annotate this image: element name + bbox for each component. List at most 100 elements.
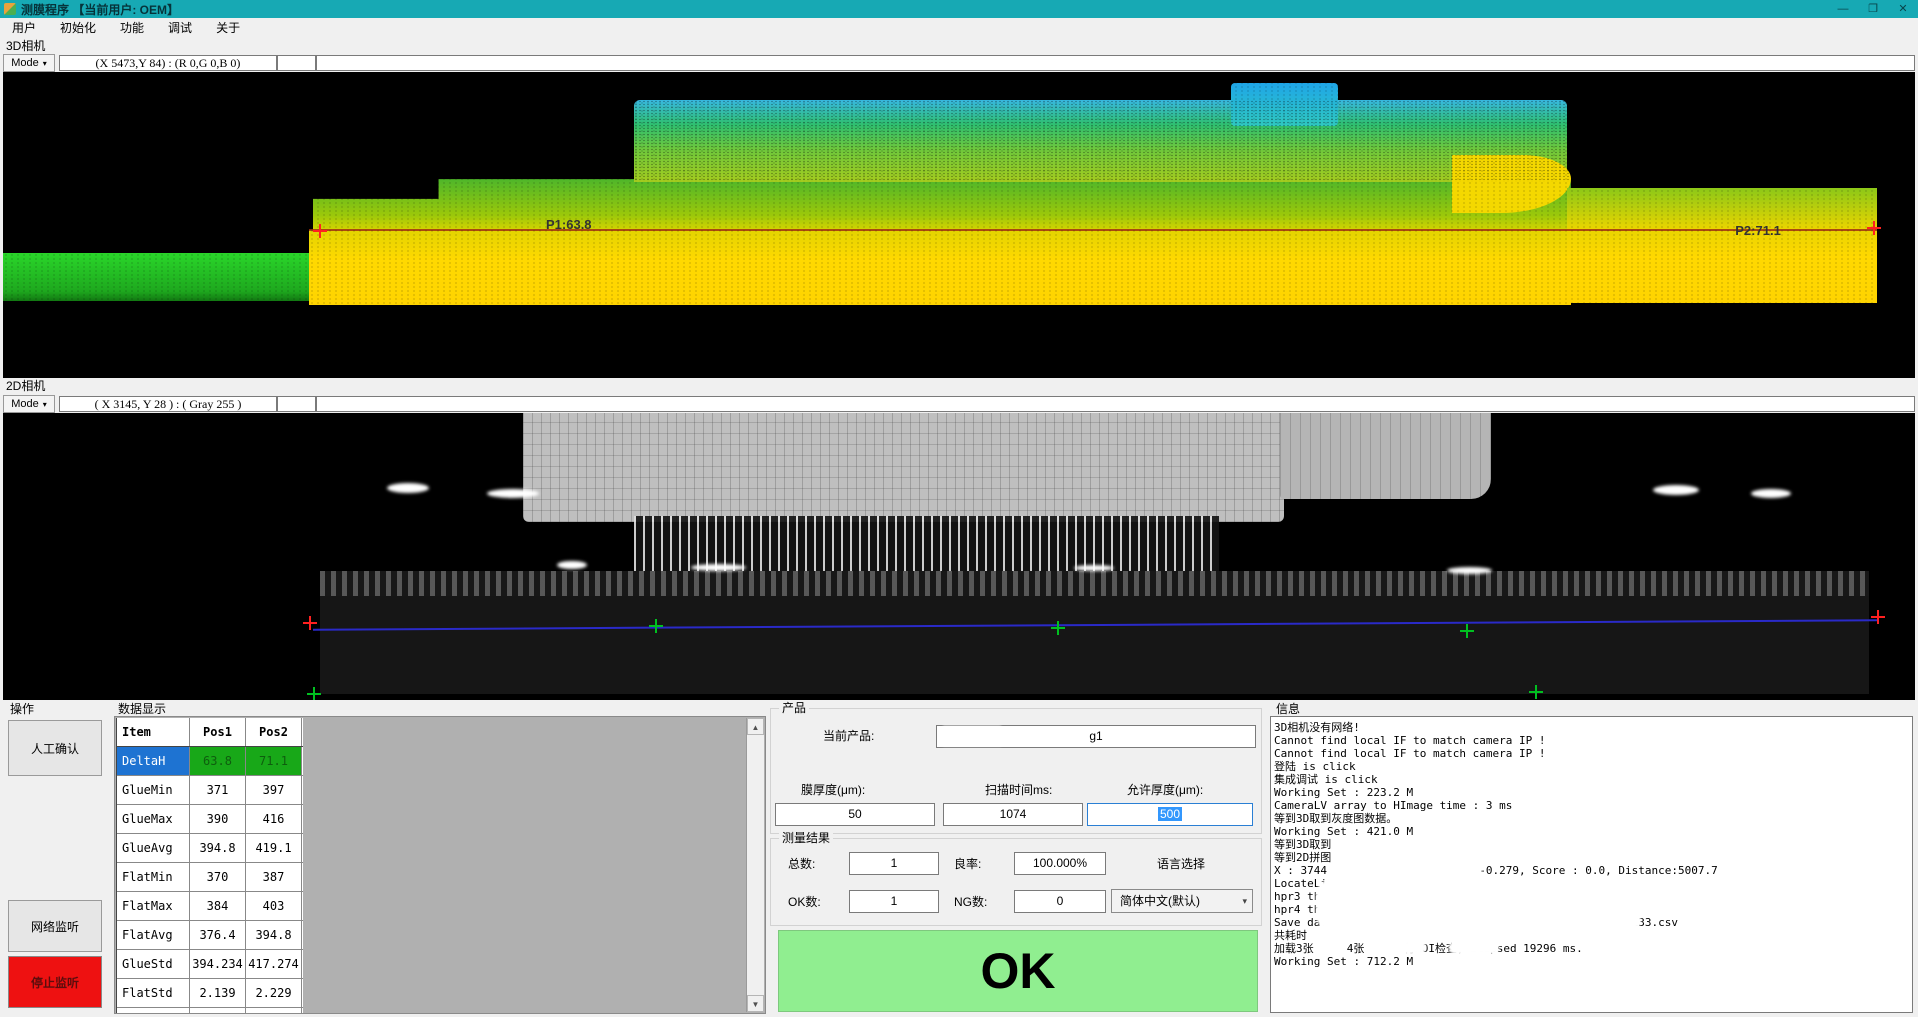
log-line: 加载3张 4张 行AOI检查, Elapsed 19296 ms. (1271, 942, 1912, 955)
camera2d-mode-bar: Mode ▾ ( X 3145, Y 28 ) : ( Gray 255 ) (3, 395, 1915, 413)
log-line: Working Set : 712.2 M (1271, 955, 1912, 968)
cell-pos2: 397 (246, 776, 302, 804)
cell-pos1: 2583.5 (190, 1008, 246, 1014)
log-line: 等到3D取到灰度图数据。 (1271, 812, 1912, 825)
table-row[interactable]: GlueAvg 394.8 419.1 (117, 834, 303, 863)
network-listen-button[interactable]: 网络监听 (8, 900, 102, 952)
glue-blob (387, 483, 429, 493)
log-line: 登陆 is click (1271, 760, 1912, 773)
product-group-title: 产品 (779, 701, 809, 715)
mode-dropdown-button[interactable]: Mode ▾ (3, 395, 55, 413)
table-row[interactable]: GlueStd 394.234 417.274 (117, 950, 303, 979)
chevron-down-icon: ▾ (43, 59, 47, 68)
close-icon[interactable]: ✕ (1888, 0, 1918, 18)
bottom-panel: 操作 人工确认 网络监听 停止监听 数据显示 Item Pos1 Pos2 De… (0, 700, 1918, 1017)
camera3d-label: 3D相机 (6, 38, 45, 54)
selected-text: 500 (1158, 807, 1182, 821)
allowed-thickness-input[interactable]: 500 (1087, 803, 1253, 826)
total-input[interactable]: 1 (849, 852, 939, 875)
ng-count-input[interactable]: 0 (1014, 890, 1106, 913)
glue-blob (1447, 567, 1492, 574)
window-title: 测膜程序 【当前用户: OEM】 (21, 1, 179, 18)
cell-pos2: 71.1 (246, 747, 302, 775)
column-header-item: Item (117, 718, 190, 746)
speckle-noise-dense (634, 100, 1571, 183)
redaction-blob (1449, 941, 1499, 954)
cell-pos2: 394.8 (246, 921, 302, 949)
table-row[interactable]: X 2583.5 7966.7 (117, 1008, 303, 1014)
table-row[interactable]: FlatStd 2.139 2.229 (117, 979, 303, 1008)
cell-pos1: 2.139 (190, 979, 246, 1007)
log-line: Working Set : 421.0 M (1271, 825, 1912, 838)
chevron-down-icon: ▾ (1242, 890, 1247, 912)
status-banner: OK (778, 930, 1258, 1012)
current-product-label: 当前产品: (823, 729, 874, 743)
cell-item: FlatStd (117, 979, 190, 1007)
stop-listen-button[interactable]: 停止监听 (8, 956, 102, 1008)
language-select[interactable]: 简体中文(默认) ▾ (1111, 889, 1253, 913)
chevron-down-icon: ▾ (43, 400, 47, 409)
minimize-icon[interactable]: — (1828, 0, 1858, 18)
cell-pos2: 416 (246, 805, 302, 833)
allowed-thickness-label: 允许厚度(μm): (1127, 783, 1203, 797)
table-scrollbar[interactable]: ▲ ▼ (746, 718, 764, 1012)
ng-count-label: NG数: (954, 895, 987, 909)
film-thickness-input[interactable]: 50 (775, 803, 935, 826)
film-thickness-label: 膜厚度(μm): (801, 783, 865, 797)
cell-item: GlueAvg (117, 834, 190, 862)
manual-confirm-button[interactable]: 人工确认 (8, 720, 102, 776)
menu-item[interactable]: 初始化 (48, 18, 108, 38)
log-line: Cannot find local IF to match camera IP … (1271, 747, 1912, 760)
menu-item[interactable]: 用户 (0, 18, 48, 38)
crosshair-marker (303, 616, 317, 630)
data-display-label: 数据显示 (118, 702, 166, 716)
camera3d-status-box-3 (316, 55, 1915, 71)
redaction-blob (1396, 913, 1641, 929)
maximize-icon[interactable]: ❐ (1858, 0, 1888, 18)
table-row[interactable]: FlatMax 384 403 (117, 892, 303, 921)
crosshair-marker (1871, 610, 1885, 624)
scroll-up-icon[interactable]: ▲ (747, 718, 764, 735)
menu-item[interactable]: 关于 (204, 18, 252, 38)
cell-pos2: 387 (246, 863, 302, 891)
mode-button-label: Mode (11, 57, 39, 69)
scan-time-input[interactable]: 1074 (943, 803, 1083, 826)
table-row[interactable]: FlatAvg 376.4 394.8 (117, 921, 303, 950)
redaction-blob (943, 726, 1001, 746)
cell-pos2: 2.229 (246, 979, 302, 1007)
data-table: Item Pos1 Pos2 DeltaH 63.8 71.1 GlueMin … (116, 718, 303, 1014)
cell-item: FlatMin (117, 863, 190, 891)
scroll-down-icon[interactable]: ▼ (747, 995, 764, 1012)
redaction-blob (1371, 941, 1426, 954)
crosshair-marker (1529, 685, 1543, 699)
glue-blob (1653, 485, 1699, 495)
table-header-row: Item Pos1 Pos2 (117, 718, 303, 747)
data-display-panel: Item Pos1 Pos2 DeltaH 63.8 71.1 GlueMin … (114, 716, 766, 1014)
cell-pos1: 370 (190, 863, 246, 891)
titlebar: 测膜程序 【当前用户: OEM】 — ❐ ✕ (0, 0, 1918, 18)
menu-item[interactable]: 功能 (108, 18, 156, 38)
info-label: 信息 (1276, 702, 1300, 716)
crosshair-marker (1051, 621, 1065, 635)
results-group: 测量结果 总数: 1 良率: 100.000% 语言选择 OK数: 1 NG数:… (770, 838, 1262, 926)
camera3d-viewport[interactable]: P1:63.8 P2:71.1 (3, 72, 1915, 378)
yield-input[interactable]: 100.000% (1014, 852, 1106, 875)
table-row[interactable]: GlueMin 371 397 (117, 776, 303, 805)
table-row[interactable]: FlatMin 370 387 (117, 863, 303, 892)
table-row[interactable]: DeltaH 63.8 71.1 (117, 747, 303, 776)
camera2d-viewport[interactable] (3, 413, 1915, 700)
log-line: 集成调试 is click (1271, 773, 1912, 786)
camera3d-status-box-2 (277, 55, 316, 71)
product-group: 产品 当前产品: g1 膜厚度(μm): 扫描时间ms: 允许厚度(μm): 5… (770, 708, 1262, 834)
app-icon (4, 3, 16, 15)
menu-item[interactable]: 调试 (156, 18, 204, 38)
mode-button-label: Mode (11, 398, 39, 410)
mode-dropdown-button[interactable]: Mode ▾ (3, 54, 55, 72)
ok-count-input[interactable]: 1 (849, 890, 939, 913)
cell-pos2: 403 (246, 892, 302, 920)
table-row[interactable]: GlueMax 390 416 (117, 805, 303, 834)
camera3d-mode-bar: Mode ▾ (X 5473,Y 84) : (R 0,G 0,B 0) (3, 54, 1915, 72)
pcb-right-tab (1280, 413, 1490, 499)
info-log-panel[interactable]: 3D相机没有网络!Cannot find local IF to match c… (1270, 716, 1913, 1013)
crosshair-marker (1867, 221, 1881, 235)
